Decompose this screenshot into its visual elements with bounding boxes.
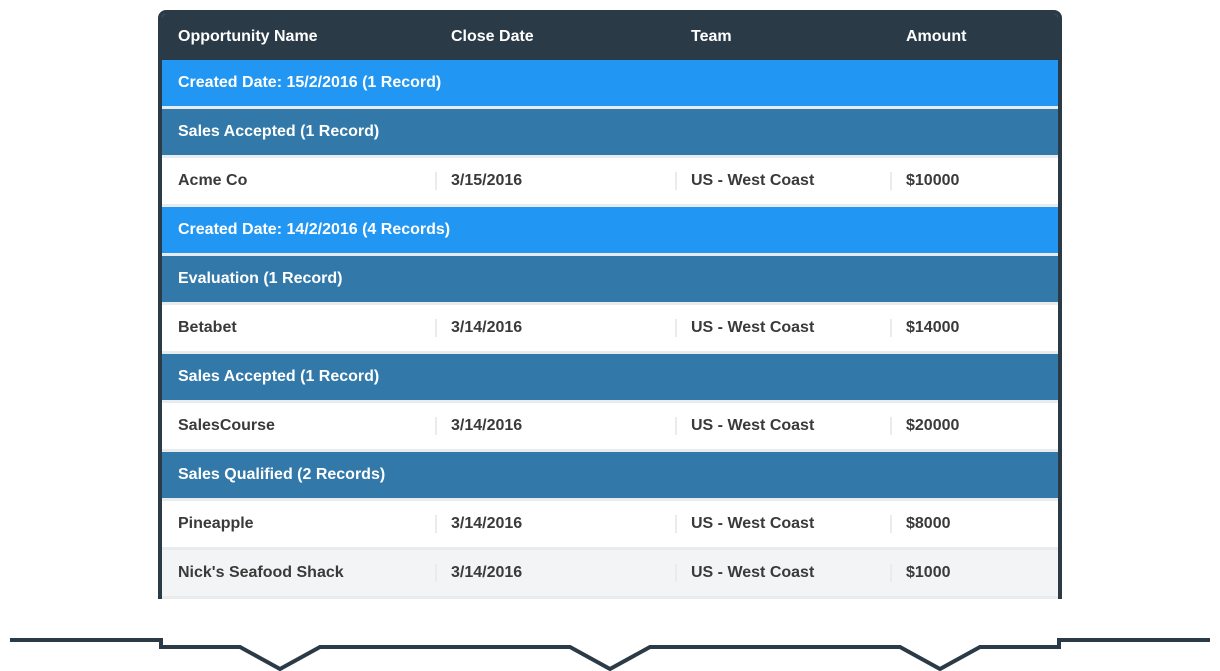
group-secondary: Sales Accepted (1 Record) (162, 109, 1058, 158)
table-row: Betabet3/14/2016US - West Coast$14000 (162, 305, 1058, 354)
cell-close-date: 3/14/2016 (437, 564, 677, 582)
cell-amount: $20000 (892, 417, 1058, 435)
table-row: SalesCourse3/14/2016US - West Coast$2000… (162, 403, 1058, 452)
cell-amount: $10000 (892, 172, 1058, 190)
cell-opportunity: SalesCourse (162, 417, 437, 435)
cell-opportunity: Acme Co (162, 172, 437, 190)
cell-close-date: 3/14/2016 (437, 515, 677, 533)
group-primary: Created Date: 14/2/2016 (4 Records) (162, 207, 1058, 256)
cell-opportunity: Betabet (162, 319, 437, 337)
header-team: Team (677, 28, 892, 46)
cell-amount: $1000 (892, 564, 1058, 582)
cell-close-date: 3/14/2016 (437, 417, 677, 435)
group-secondary: Sales Accepted (1 Record) (162, 354, 1058, 403)
tear-line-decoration (0, 637, 1220, 671)
header-opportunity: Opportunity Name (162, 28, 437, 46)
cell-amount: $14000 (892, 319, 1058, 337)
header-close-date: Close Date (437, 28, 677, 46)
group-secondary: Sales Qualified (2 Records) (162, 452, 1058, 501)
group-secondary: Evaluation (1 Record) (162, 256, 1058, 305)
cell-amount: $8000 (892, 515, 1058, 533)
cell-opportunity: Nick's Seafood Shack (162, 564, 437, 582)
cell-team: US - West Coast (677, 319, 892, 337)
table-header-row: Opportunity Name Close Date Team Amount (162, 14, 1058, 60)
cell-close-date: 3/14/2016 (437, 319, 677, 337)
table-row: Nick's Seafood Shack3/14/2016US - West C… (162, 550, 1058, 599)
group-primary: Created Date: 15/2/2016 (1 Record) (162, 60, 1058, 109)
cell-opportunity: Pineapple (162, 515, 437, 533)
table-body: Created Date: 15/2/2016 (1 Record)Sales … (162, 60, 1058, 599)
cell-team: US - West Coast (677, 564, 892, 582)
cell-team: US - West Coast (677, 515, 892, 533)
cell-team: US - West Coast (677, 172, 892, 190)
report-table: Opportunity Name Close Date Team Amount … (158, 10, 1062, 599)
cell-team: US - West Coast (677, 417, 892, 435)
header-amount: Amount (892, 28, 1058, 46)
cell-close-date: 3/15/2016 (437, 172, 677, 190)
table-row: Acme Co3/15/2016US - West Coast$10000 (162, 158, 1058, 207)
table-row: Pineapple3/14/2016US - West Coast$8000 (162, 501, 1058, 550)
